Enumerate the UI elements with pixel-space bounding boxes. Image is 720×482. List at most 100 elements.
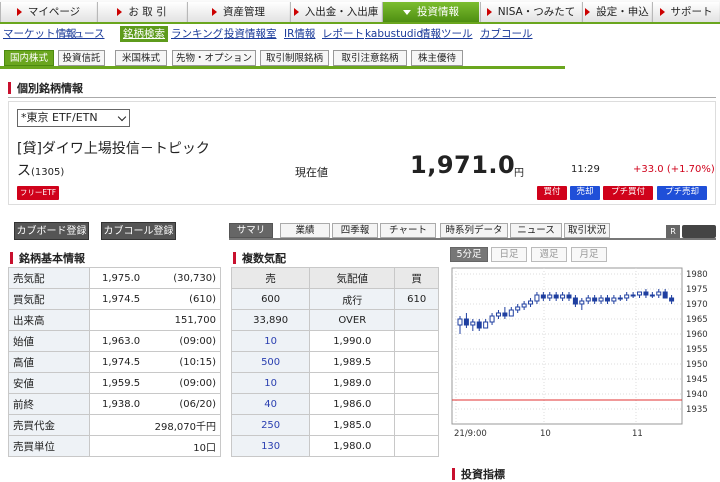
subnav-item-5[interactable]: IR情報	[284, 26, 315, 42]
nav-label: マイページ	[27, 6, 81, 18]
candle	[502, 312, 508, 317]
stock-name-cont: ス(1305)	[17, 160, 64, 180]
basic-info-row: 売買代金 298,070千円	[8, 414, 221, 436]
market-tab-0[interactable]: 国内株式	[4, 50, 54, 66]
candle	[495, 312, 501, 317]
basic-info-value: 1,963.0 (09:00)	[89, 330, 221, 352]
nav-item-3[interactable]: 入出金・入出庫	[290, 2, 381, 22]
basic-info-sub: 10口	[193, 442, 216, 454]
nav-marker-icon	[585, 8, 591, 16]
market-tab-1[interactable]: 投資信託	[58, 50, 105, 66]
board-buy-qty	[394, 435, 439, 457]
subnav-item-9[interactable]: カブコール	[480, 26, 533, 42]
y-tick-label: 1950	[686, 360, 708, 370]
basic-info-sub: (09:00)	[179, 377, 216, 389]
nav-item-5[interactable]: NISA・つみたてNISA	[480, 2, 581, 38]
subnav-item-3[interactable]: ランキング	[171, 26, 223, 42]
market-tab-3[interactable]: 先物・オプション	[172, 50, 256, 66]
sell-button[interactable]: 売却	[570, 186, 600, 200]
candle	[572, 297, 578, 305]
subnav-item-6[interactable]: レポート	[322, 26, 364, 42]
kabuboard-register-button[interactable]: カブボード登録	[14, 222, 89, 240]
info-tab-1[interactable]: 業績	[280, 223, 330, 238]
board-price: 1,989.0	[309, 372, 396, 394]
petit-sell-button[interactable]: プチ売却	[657, 186, 707, 200]
basic-info-row: 売買単位 10口	[8, 435, 221, 457]
candle	[560, 294, 566, 299]
candle	[547, 294, 553, 299]
nav-item-4[interactable]: 投資情報	[382, 2, 479, 22]
board-buy-qty	[394, 309, 439, 331]
info-tab-6[interactable]: 取引状況	[564, 223, 610, 238]
candle	[457, 318, 463, 326]
basic-info-main: 1,974.5	[102, 356, 141, 368]
basic-info-sub: (30,730)	[173, 272, 216, 284]
subnav-item-1[interactable]: ニュース	[63, 26, 104, 42]
nav-label: 投資情報	[417, 6, 459, 18]
stock-code: (1305)	[31, 167, 65, 178]
chart-tab-1[interactable]: 日足	[491, 247, 527, 262]
nav-marker-icon	[293, 8, 299, 16]
price-label: 現在値	[295, 166, 328, 179]
nav-item-0[interactable]: マイページ	[0, 2, 96, 22]
basic-info-main	[94, 439, 102, 450]
market-tab-6[interactable]: 株主優待	[411, 50, 463, 66]
nav-item-2[interactable]: 資産管理	[187, 2, 289, 22]
board-sell-qty: 40	[230, 393, 311, 415]
stock-name-line2: ス	[17, 163, 31, 179]
chart-tab-2[interactable]: 週足	[531, 247, 567, 262]
nav-item-7[interactable]: サポート	[652, 2, 719, 22]
petit-buy-button[interactable]: プチ買付	[603, 186, 653, 200]
board-price: 1,980.0	[309, 435, 396, 457]
basic-info-value: 1,974.5 (610)	[89, 288, 221, 310]
info-tab-2[interactable]: 四季報	[332, 223, 378, 238]
basic-info-row: 安値 1,959.5 (09:00)	[8, 372, 221, 394]
r-button[interactable]: R	[666, 225, 680, 238]
candle	[611, 297, 617, 302]
expand-chart-button[interactable]	[682, 225, 716, 238]
basic-info-label: 高値	[8, 351, 90, 373]
subnav-item-8[interactable]: 情報ツール	[420, 26, 473, 42]
kabucall-register-button[interactable]: カブコール登録	[101, 222, 176, 240]
stock-name: [貸]ダイワ上場投信－トピック	[17, 141, 210, 157]
info-tab-0[interactable]: サマリ	[229, 223, 273, 238]
info-tab-5[interactable]: ニュース	[510, 223, 562, 238]
free-etf-badge: フリーETF	[17, 186, 59, 200]
candle	[617, 297, 623, 300]
board-buy-qty	[394, 393, 439, 415]
market-tab-4[interactable]: 取引制限銘柄	[260, 50, 329, 66]
market-tab-5[interactable]: 取引注意銘柄	[333, 50, 407, 66]
market-select[interactable]: *東京 ETF/ETN	[17, 109, 130, 127]
basic-info-value: 10口	[89, 435, 221, 457]
nav-marker-icon	[117, 8, 123, 16]
board-title-text: 複数気配	[242, 252, 286, 265]
chart-tab-3[interactable]: 月足	[571, 247, 607, 262]
nav-marker-icon	[16, 8, 22, 16]
basic-info-main	[94, 418, 102, 429]
board-row: 33,890 OVER	[230, 309, 439, 331]
board-price: 1,989.5	[309, 351, 396, 373]
basic-info-row: 前終 1,938.0 (06/20)	[8, 393, 221, 415]
candle	[534, 294, 540, 302]
candle	[592, 297, 598, 302]
board-buy-qty	[394, 351, 439, 373]
basic-info-label: 始値	[8, 330, 90, 352]
candle	[585, 297, 591, 302]
buy-button[interactable]: 買付	[537, 186, 567, 200]
board-row: 250 1,985.0	[230, 414, 439, 436]
chart-tab-0[interactable]: 5分足	[450, 247, 488, 262]
candle	[476, 321, 482, 329]
nav-item-6[interactable]: 設定・申込	[582, 2, 651, 22]
subnav-item-2[interactable]: 銘柄検索	[120, 26, 168, 42]
info-tabs-underline	[229, 238, 716, 240]
nav-item-1[interactable]: お 取 引	[97, 2, 186, 22]
basic-info-value: 1,959.5 (09:00)	[89, 372, 221, 394]
info-tab-3[interactable]: チャート	[380, 223, 436, 238]
basic-info-label: 前終	[8, 393, 90, 415]
info-tab-4[interactable]: 時系列データ	[440, 223, 508, 238]
subnav-item-4[interactable]: 投資情報室	[224, 26, 277, 42]
market-tab-2[interactable]: 米国株式	[115, 50, 167, 66]
candle	[579, 300, 585, 305]
subnav-item-7[interactable]: kabustudio	[365, 26, 423, 42]
sub-nav: マーケット情報 ニュース 銘柄検索 ランキング 投資情報室 IR情報 レポート kabustu…	[0, 25, 720, 43]
